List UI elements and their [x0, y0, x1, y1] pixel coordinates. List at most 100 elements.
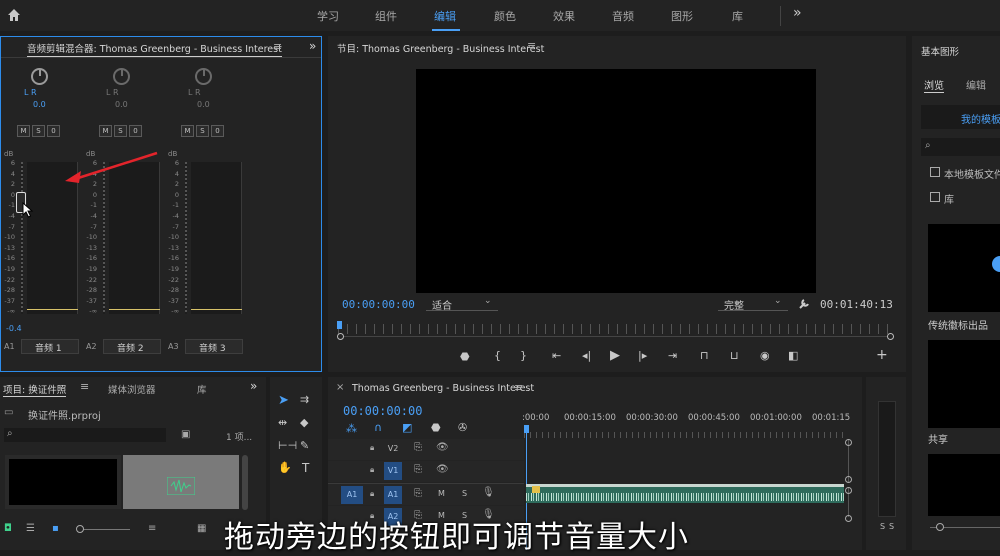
channel-name-a1[interactable]: 音频 1: [21, 339, 79, 354]
audio-thumbnail[interactable]: [123, 455, 239, 509]
time-ruler[interactable]: [338, 324, 892, 334]
icon-view-icon[interactable]: ▪: [52, 523, 59, 534]
scroll-handle[interactable]: [845, 476, 852, 483]
lock-icon[interactable]: 🔒︎: [370, 443, 374, 453]
library-checkbox[interactable]: [930, 192, 940, 202]
basic-graphics-title[interactable]: 基本图形: [921, 44, 959, 58]
solo-button[interactable]: S: [462, 489, 467, 498]
pan-value[interactable]: 0.0: [197, 100, 210, 109]
pen-tool-icon[interactable]: ✎: [300, 439, 309, 452]
mark-out-icon[interactable]: }: [520, 349, 527, 362]
microphone-icon[interactable]: 🎙︎: [482, 487, 495, 498]
panel-menu-icon[interactable]: ≡: [273, 40, 282, 53]
pan-knob-a3[interactable]: [195, 68, 212, 85]
wrench-icon[interactable]: [798, 298, 810, 310]
template-thumbnail[interactable]: [928, 454, 1000, 516]
my-templates-button[interactable]: 我的模板: [921, 105, 1000, 129]
linked-selection-icon[interactable]: ◩: [402, 421, 412, 434]
automate-icon[interactable]: ▦: [197, 523, 206, 534]
selection-tool-icon[interactable]: ➤: [278, 393, 289, 408]
lock-icon[interactable]: 🔒︎: [370, 489, 374, 499]
eye-icon[interactable]: 👁︎: [436, 464, 449, 475]
source-patch-a1[interactable]: A1: [341, 486, 363, 504]
lock-icon[interactable]: 🔒︎: [370, 465, 374, 475]
tab-assembly[interactable]: 组件: [375, 8, 397, 24]
track-select-tool-icon[interactable]: ⇉: [300, 393, 309, 406]
tab-edit[interactable]: 编辑: [966, 77, 986, 92]
tab-color[interactable]: 颜色: [494, 8, 516, 24]
tab-media-browser[interactable]: 媒体浏览器: [108, 382, 156, 396]
go-to-out-icon[interactable]: ⇥: [668, 349, 677, 362]
tab-effects[interactable]: 效果: [553, 8, 575, 24]
zoom-handle-right[interactable]: [887, 333, 894, 340]
panel-overflow-button[interactable]: »: [250, 379, 257, 393]
tab-graphics[interactable]: 图形: [671, 8, 693, 24]
solo-button-a1[interactable]: S: [32, 125, 45, 137]
video-preview[interactable]: [416, 69, 816, 293]
keyframe-button-a3[interactable]: 0: [211, 125, 224, 137]
track-label-v2[interactable]: V2: [384, 440, 402, 458]
list-view-icon[interactable]: ☰: [26, 523, 35, 534]
slip-tool-icon[interactable]: ⊢⊣: [278, 439, 297, 452]
solo-button-a3[interactable]: S: [196, 125, 209, 137]
panel-overflow-button[interactable]: »: [309, 39, 316, 53]
scroll-handle[interactable]: [845, 439, 852, 446]
razor-tool-icon[interactable]: ◆: [300, 416, 308, 429]
sort-icon[interactable]: ≡: [148, 523, 156, 534]
zoom-dropdown[interactable]: 适合 ⌄: [426, 295, 498, 312]
pan-value[interactable]: 0.0: [33, 100, 46, 109]
tab-learn[interactable]: 学习: [317, 8, 339, 24]
scroll-handle[interactable]: [845, 515, 852, 522]
mute-button-a2[interactable]: M: [99, 125, 112, 137]
tab-libraries[interactable]: 库: [732, 8, 743, 24]
scroll-handle[interactable]: [845, 487, 852, 494]
zoom-handle-left[interactable]: [337, 333, 344, 340]
lift-icon[interactable]: ⊓: [700, 349, 709, 362]
comparison-view-icon[interactable]: ◧: [788, 349, 798, 362]
solo-button-a2[interactable]: S: [114, 125, 127, 137]
step-forward-icon[interactable]: |▸: [638, 349, 647, 362]
slider-handle[interactable]: [936, 523, 944, 531]
solo-left[interactable]: S: [880, 522, 885, 531]
keyframe-button-a2[interactable]: 0: [129, 125, 142, 137]
graphics-search-input[interactable]: ⌕: [921, 138, 1000, 156]
tab-libraries[interactable]: 库: [197, 382, 207, 396]
playhead-marker[interactable]: [524, 425, 529, 433]
tab-editing[interactable]: 编辑: [434, 8, 456, 24]
track-label-v1[interactable]: V1: [384, 462, 402, 480]
hand-tool-icon[interactable]: ✋: [278, 461, 292, 474]
tab-audio[interactable]: 音频: [612, 8, 634, 24]
export-frame-icon[interactable]: ◉: [760, 349, 770, 362]
eye-icon[interactable]: 👁︎: [436, 442, 449, 453]
playhead-marker[interactable]: [337, 321, 342, 329]
play-icon[interactable]: ▶: [610, 348, 620, 363]
settings-wrench-icon[interactable]: ✇: [458, 421, 467, 434]
keyframe-button-a1[interactable]: 0: [47, 125, 60, 137]
add-marker-icon[interactable]: ⬣: [431, 421, 441, 434]
pan-value[interactable]: 0.0: [115, 100, 128, 109]
pan-knob-a2[interactable]: [113, 68, 130, 85]
type-tool-icon[interactable]: T: [302, 461, 309, 475]
program-title[interactable]: 节目: Thomas Greenberg - Business Interest: [337, 41, 544, 55]
panel-menu-icon[interactable]: ≡: [80, 380, 89, 393]
mark-in-icon[interactable]: {: [494, 349, 501, 362]
step-back-icon[interactable]: ◂|: [582, 349, 591, 362]
channel-name-a3[interactable]: 音频 3: [185, 339, 243, 354]
tab-browse[interactable]: 浏览: [924, 77, 944, 93]
home-icon[interactable]: [7, 8, 21, 22]
sequence-title[interactable]: Thomas Greenberg - Business Interest: [352, 383, 534, 394]
tab-project[interactable]: 项目: 换证件照: [3, 382, 67, 397]
mute-button-a1[interactable]: M: [17, 125, 30, 137]
project-search-input[interactable]: ⌕: [4, 428, 166, 442]
new-bin-icon[interactable]: ▣: [181, 429, 190, 440]
extract-icon[interactable]: ⊔: [730, 349, 739, 362]
panel-menu-icon[interactable]: ≡: [527, 39, 536, 52]
timeline-timecode[interactable]: 00:00:00:00: [343, 404, 422, 418]
slider-handle[interactable]: [76, 525, 84, 533]
solo-right[interactable]: S: [889, 522, 894, 531]
media-thumbnail[interactable]: [5, 455, 121, 509]
template-thumbnail[interactable]: [928, 340, 1000, 428]
mute-button[interactable]: M: [438, 489, 445, 498]
resolution-dropdown[interactable]: 完整 ⌄: [718, 295, 788, 312]
timeline-ruler[interactable]: :00:00 00:00:15:00 00:00:30:00 00:00:45:00 0…: [522, 413, 850, 433]
